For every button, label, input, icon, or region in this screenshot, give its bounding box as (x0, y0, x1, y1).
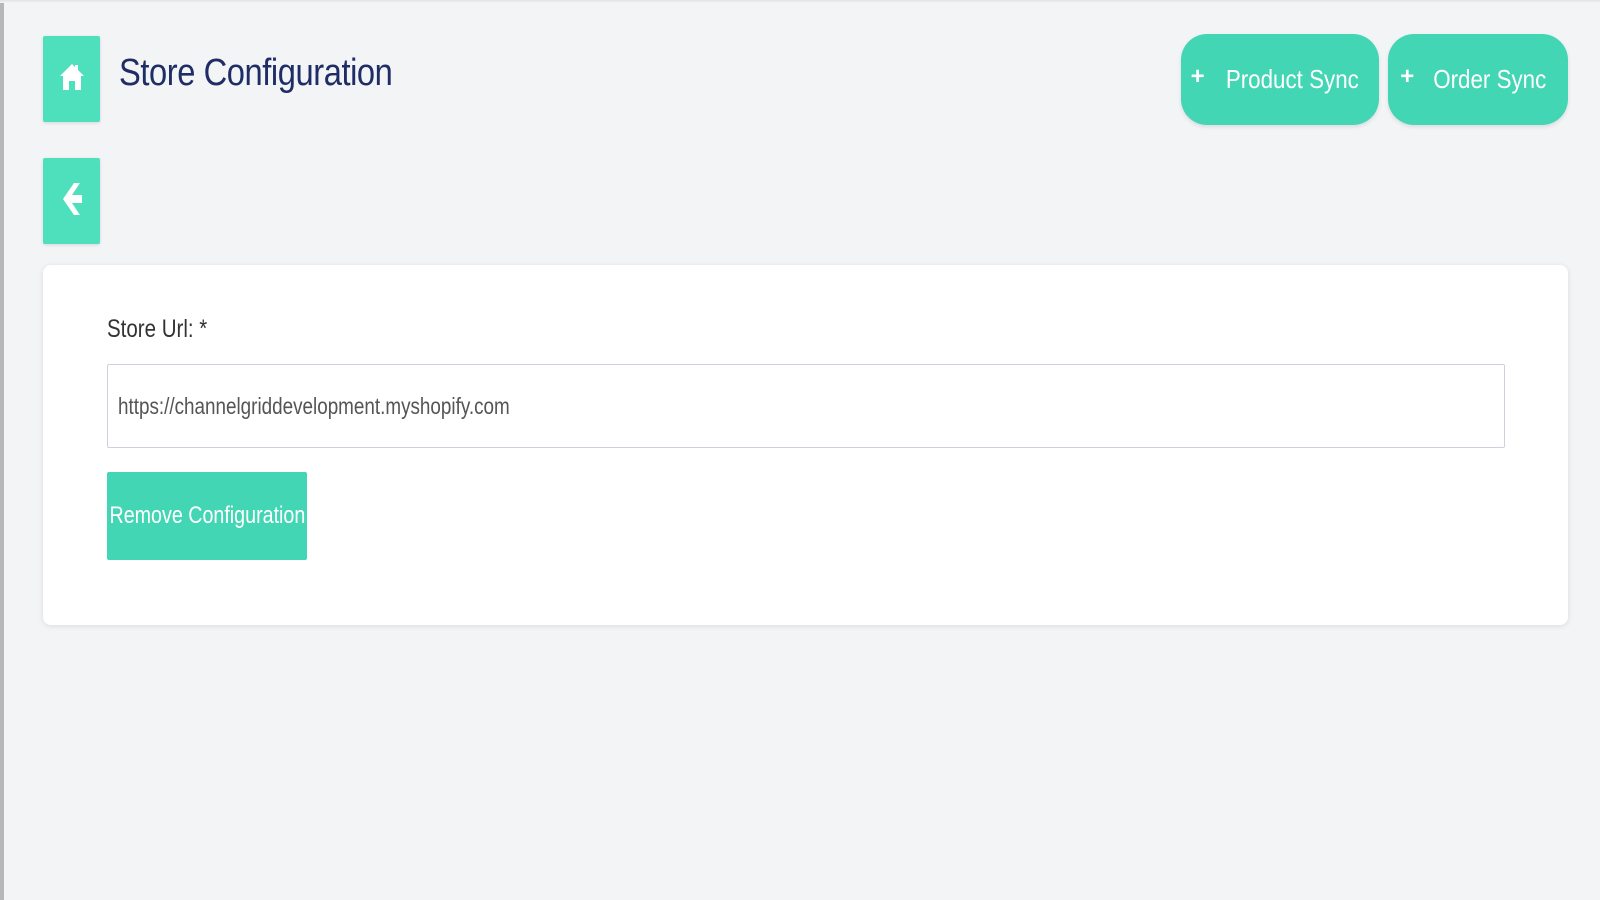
store-url-label: Store Url: * (107, 315, 208, 343)
back-button[interactable] (43, 158, 100, 244)
page-title: Store Configuration (119, 52, 393, 94)
arrow-left-icon (60, 181, 84, 222)
store-url-input[interactable] (107, 364, 1505, 448)
configuration-card: Store Url: * https://channelgriddevelopm… (43, 265, 1568, 625)
window-top-edge (0, 0, 1600, 3)
order-sync-button[interactable]: + Order Sync (1388, 34, 1568, 125)
home-icon (59, 63, 85, 96)
window-left-edge (0, 0, 4, 900)
remove-configuration-label: Remove Configuration (109, 502, 305, 529)
plus-icon: + (1190, 62, 1205, 90)
product-sync-button[interactable]: + Product Sync (1181, 34, 1379, 125)
home-button[interactable] (43, 36, 100, 122)
order-sync-label: Order Sync (1433, 64, 1547, 94)
product-sync-label: Product Sync (1225, 64, 1359, 94)
plus-icon: + (1400, 62, 1415, 90)
remove-configuration-button[interactable]: Remove Configuration (107, 472, 307, 560)
